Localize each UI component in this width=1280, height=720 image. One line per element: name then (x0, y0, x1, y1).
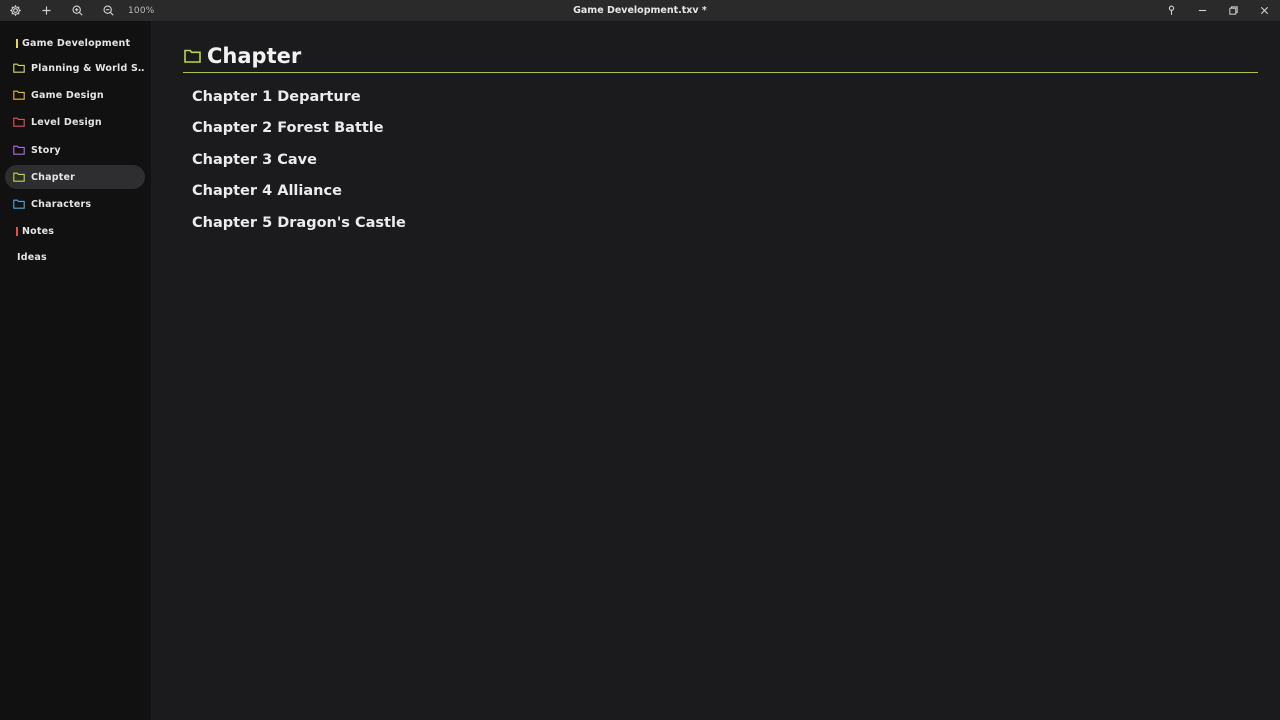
sidebar-item-label: Notes (22, 225, 55, 237)
toolbar: 100% (0, 0, 155, 21)
add-button[interactable] (39, 3, 54, 18)
zoom-in-icon (72, 5, 83, 16)
chapter-list: Chapter 1 Departure Chapter 2 Forest Bat… (192, 87, 406, 244)
folder-icon (13, 63, 25, 73)
window-controls (1156, 0, 1280, 21)
pin-icon (1168, 5, 1175, 15)
sidebar-item-label: Characters (31, 198, 92, 210)
heading-divider (183, 72, 1258, 73)
settings-button[interactable] (8, 3, 23, 18)
sidebar-item-label: Game Design (31, 89, 104, 101)
window-title: Game Development.txv * (573, 5, 707, 16)
gear-icon (10, 5, 21, 16)
sidebar-item-label: Ideas (17, 251, 47, 263)
folder-icon (13, 199, 25, 209)
chapter-link[interactable]: Chapter 4 Alliance (192, 181, 406, 212)
folder-icon (13, 172, 25, 182)
zoom-level: 100% (128, 5, 155, 16)
pin-button[interactable] (1156, 0, 1187, 21)
sidebar-item-label: Chapter (31, 171, 76, 183)
folder-icon (184, 49, 201, 63)
folder-icon (13, 90, 25, 100)
chapter-link[interactable]: Chapter 3 Cave (192, 150, 406, 181)
restore-button[interactable] (1218, 0, 1249, 21)
sidebar-item-label: Planning & World S… (31, 62, 145, 74)
sidebar-item-label: Game Development (22, 37, 131, 49)
section-marker (16, 38, 18, 48)
page-heading: Chapter (184, 44, 301, 68)
sidebar-item-label: Level Design (31, 116, 102, 128)
plus-icon (42, 6, 51, 15)
minimize-button[interactable] (1187, 0, 1218, 21)
folder-icon (13, 145, 25, 155)
close-button[interactable] (1249, 0, 1280, 21)
zoom-out-icon (103, 5, 114, 16)
page-title: Chapter (207, 44, 302, 68)
minimize-icon (1198, 9, 1207, 12)
close-icon (1260, 6, 1269, 15)
sidebar-item-planning[interactable]: Planning & World S… (5, 56, 145, 80)
sidebar-item-ideas[interactable]: Ideas (5, 245, 145, 269)
sidebar-item-game-development[interactable]: Game Development (5, 31, 145, 55)
document-view: Chapter Chapter 1 Departure Chapter 2 Fo… (151, 21, 1280, 720)
sidebar-item-chapter[interactable]: Chapter (5, 165, 145, 189)
restore-icon (1229, 6, 1238, 15)
section-marker (16, 226, 18, 236)
sidebar: Game Development Planning & World S… Gam… (0, 21, 151, 720)
sidebar-item-characters[interactable]: Characters (5, 192, 145, 216)
sidebar-item-game-design[interactable]: Game Design (5, 83, 145, 107)
chapter-link[interactable]: Chapter 5 Dragon's Castle (192, 213, 406, 244)
sidebar-item-level-design[interactable]: Level Design (5, 110, 145, 134)
zoom-out-button[interactable] (101, 3, 116, 18)
zoom-in-button[interactable] (70, 3, 85, 18)
title-bar: 100% Game Development.txv * (0, 0, 1280, 21)
folder-icon (13, 117, 25, 127)
chapter-link[interactable]: Chapter 2 Forest Battle (192, 118, 406, 149)
sidebar-item-label: Story (31, 144, 61, 156)
chapter-link[interactable]: Chapter 1 Departure (192, 87, 406, 118)
sidebar-item-story[interactable]: Story (5, 138, 145, 162)
sidebar-item-notes[interactable]: Notes (5, 219, 145, 243)
